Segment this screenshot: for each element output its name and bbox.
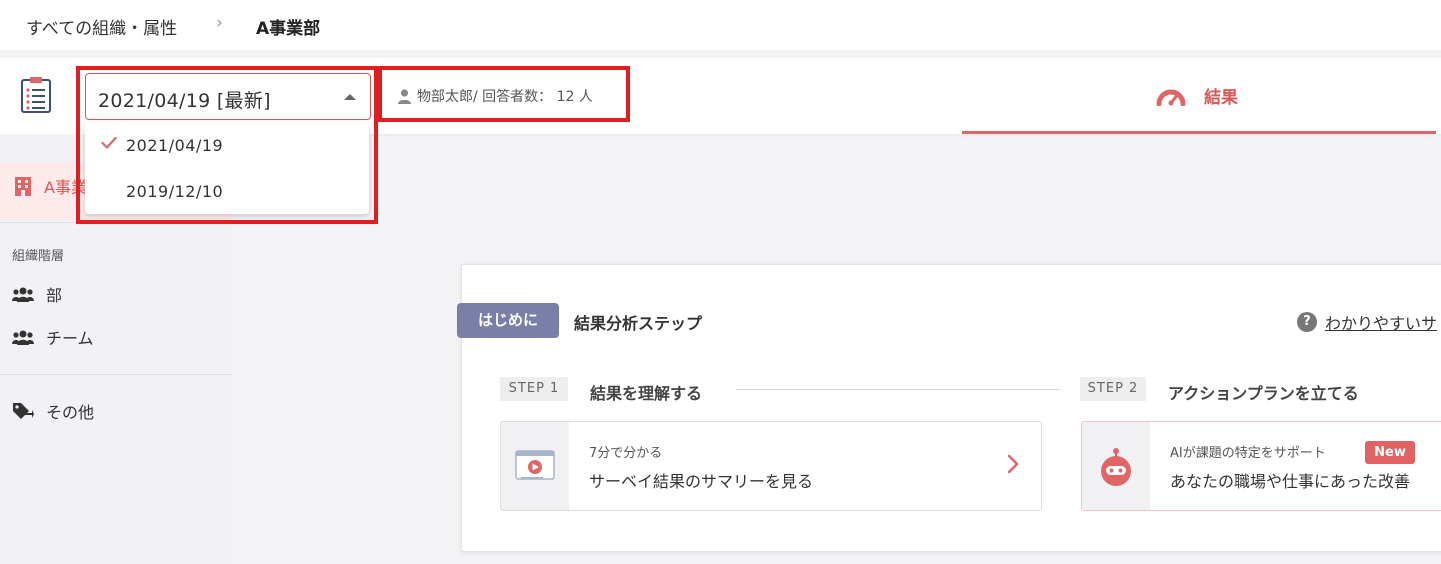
sidebar-item-team-label: チーム (46, 329, 94, 348)
card-title: 結果分析ステップ (574, 314, 703, 333)
sidebar-item-department-label: 部 (46, 286, 63, 305)
question-icon: ? (1297, 312, 1317, 332)
step1-badge: STEP 1 (500, 377, 568, 401)
breadcrumb-separator: › (216, 13, 223, 33)
tab-active-underline (962, 131, 1436, 134)
summary-video-card-sub: 7分で分かる (589, 446, 663, 461)
building-icon (15, 177, 31, 196)
breadcrumb-current: A事業部 (256, 19, 321, 39)
survey-sheet-icon (21, 77, 51, 113)
ai-thumbnail (1082, 422, 1150, 510)
breadcrumb-link-all[interactable]: すべての組織・属性 (26, 14, 177, 39)
video-thumbnail (501, 422, 569, 510)
help-link[interactable]: ? わかりやすいサ (1297, 310, 1437, 334)
sidebar-heading-org: 組織階層 (12, 249, 65, 264)
step-divider-line (736, 389, 1060, 390)
highlight-box-date-select (76, 66, 378, 224)
tab-result-label: 結果 (1204, 88, 1238, 108)
sidebar-item-department[interactable]: 部 (12, 282, 62, 306)
ai-action-plan-card[interactable]: AIが課題の特定をサポート New あなたの職場や仕事にあった改善 (1081, 421, 1441, 511)
sidebar-item-other[interactable]: その他 (12, 399, 94, 423)
sidebar-item-team[interactable]: チーム (12, 325, 94, 349)
help-link-label: わかりやすいサ (1325, 314, 1438, 333)
highlight-box-respondent (378, 66, 630, 122)
group-icon (12, 287, 34, 302)
summary-video-card[interactable]: 7分で分かる サーベイ結果のサマリーを見る (500, 421, 1042, 511)
sidebar-item-other-label: その他 (46, 403, 95, 422)
new-badge: New (1365, 441, 1415, 464)
step1-title: 結果を理解する (590, 384, 703, 403)
chevron-right-icon (1007, 454, 1019, 474)
ai-card-sub: AIが課題の特定をサポート (1170, 446, 1326, 461)
video-play-icon (515, 450, 555, 480)
step2-badge: STEP 2 (1080, 377, 1146, 401)
ai-card-title: あなたの職場や仕事にあった改善 (1170, 472, 1411, 491)
sidebar-divider (0, 374, 232, 375)
breadcrumb: すべての組織・属性 › A事業部 (0, 0, 1441, 50)
summary-video-card-title: サーベイ結果のサマリーを見る (589, 472, 814, 491)
robot-icon (1101, 448, 1131, 486)
speedometer-icon (1156, 89, 1186, 106)
tab-result[interactable]: 結果 (962, 58, 1436, 134)
group-icon (12, 330, 34, 345)
step2-title: アクションプランを立てる (1168, 384, 1359, 403)
tag-icon (13, 403, 34, 419)
intro-badge: はじめに (457, 303, 559, 338)
